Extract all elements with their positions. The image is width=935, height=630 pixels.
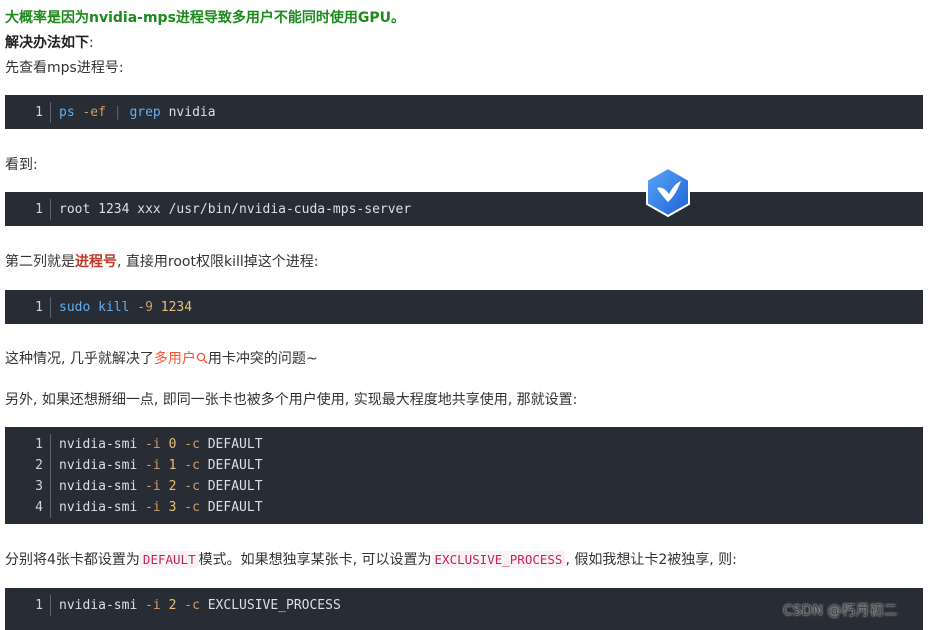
code-line: 1 sudo kill -9 1234	[5, 297, 923, 318]
line-number: 1	[35, 300, 43, 315]
i-flag-token: -i	[145, 458, 161, 473]
process-id-strong: 进程号	[75, 254, 117, 270]
code-line: 1 ps -ef | grep nvidia	[5, 102, 923, 123]
flag-token: -9	[137, 300, 153, 315]
mode-token: DEFAULT	[207, 437, 263, 452]
code-text: nvidia-smi -i 3 -c DEFAULT	[59, 497, 263, 518]
gpu-token: 1	[168, 458, 177, 473]
gutter-separator	[50, 297, 51, 318]
code-block-1: 1 ps -ef | grep nvidia	[5, 95, 923, 129]
inline-code-exclusive: EXCLUSIVE_PROCESS	[431, 551, 566, 568]
gpu-token: 3	[168, 500, 177, 515]
code-text: nvidia-smi -i 1 -c DEFAULT	[59, 455, 263, 476]
para2: 第二列就是进程号, 直接用root权限kill掉这个进程:	[5, 252, 318, 272]
code-block-3: 1 sudo kill -9 1234	[5, 290, 923, 324]
para4: 另外, 如果还想掰细一点, 即同一张卡也被多个用户使用, 实现最大程度地共享使用…	[5, 392, 578, 408]
i-flag-token: -i	[145, 598, 161, 613]
i-flag-token: -i	[145, 500, 161, 515]
gpu-token: 0	[168, 437, 177, 452]
i-flag-token: -i	[145, 437, 161, 452]
para2-after: , 直接用root权限kill掉这个进程:	[117, 254, 319, 270]
para3-before: 这种情况, 几乎就解决了	[5, 351, 154, 367]
sudo-token: sudo	[59, 300, 91, 315]
c-flag-token: -c	[184, 598, 200, 613]
gutter-separator	[50, 595, 51, 616]
para2-before: 第二列就是	[5, 254, 75, 270]
code-text: ps -ef | grep nvidia	[59, 102, 216, 123]
line-number: 1	[35, 437, 43, 452]
code-text: nvidia-smi -i 2 -c DEFAULT	[59, 476, 263, 497]
code-line: 1 root 1234 xxx /usr/bin/nvidia-cuda-mps…	[5, 199, 923, 220]
line-number: 1	[35, 202, 43, 217]
cmd-token: nvidia-smi	[59, 500, 138, 515]
para5: 分别将4张卡都设置为 DEFAULT 模式。如果想独享某张卡, 可以设置为 EXCLU…	[5, 550, 737, 570]
csdn-watermark: CSDN @朽月初二	[783, 603, 898, 619]
flag-token: -ef	[82, 105, 106, 120]
code-block-4: 1 nvidia-smi -i 0 -c DEFAULT 2 nvidia-smi -…	[5, 427, 923, 524]
code-line: 2 nvidia-smi -i 1 -c DEFAULT	[5, 455, 923, 476]
code-block-2: 1 root 1234 xxx /usr/bin/nvidia-cuda-mps…	[5, 192, 923, 226]
gutter-separator	[50, 497, 51, 518]
para3-after: 用卡冲突的问题~	[207, 351, 318, 367]
line-number: 1	[35, 105, 43, 120]
c-flag-token: -c	[184, 437, 200, 452]
code-text: sudo kill -9 1234	[59, 297, 192, 318]
article-heading: 大概率是因为nvidia-mps进程导致多用户不能同时使用GPU。	[5, 10, 406, 26]
c-flag-token: -c	[184, 458, 200, 473]
gutter-separator	[50, 476, 51, 497]
cmd-token: nvidia-smi	[59, 479, 138, 494]
code-line: 1 nvidia-smi -i 0 -c DEFAULT	[5, 434, 923, 455]
pipe-token: |	[113, 105, 122, 120]
mode-token: EXCLUSIVE_PROCESS	[207, 598, 341, 613]
code-text: nvidia-smi -i 2 -c EXCLUSIVE_PROCESS	[59, 595, 341, 616]
line-number: 4	[35, 500, 43, 515]
line-number: 3	[35, 479, 43, 494]
gpu-token: 2	[168, 598, 177, 613]
para5-c: , 假如我想让卡2被独享, 则:	[565, 552, 737, 568]
kill-token: kill	[98, 300, 130, 315]
solution-label: 解决办法如下	[5, 35, 89, 51]
code-line: 4 nvidia-smi -i 3 -c DEFAULT	[5, 497, 923, 518]
bird-logo-icon[interactable]	[644, 166, 692, 218]
grep-token: grep	[129, 105, 161, 120]
c-flag-token: -c	[184, 479, 200, 494]
cmd-token: nvidia-smi	[59, 437, 138, 452]
c-flag-token: -c	[184, 500, 200, 515]
step1-text: 先查看mps进程号:	[5, 60, 124, 76]
gutter-separator	[50, 199, 51, 220]
code-text: root 1234 xxx /usr/bin/nvidia-cuda-mps-s…	[59, 202, 412, 217]
arg-token: nvidia	[168, 105, 216, 120]
i-flag-token: -i	[145, 479, 161, 494]
inline-code-default: DEFAULT	[139, 551, 199, 568]
mode-token: DEFAULT	[207, 479, 263, 494]
gutter-separator	[50, 434, 51, 455]
multi-user-link[interactable]: 多用户	[154, 351, 196, 367]
gutter-separator	[50, 102, 51, 123]
cmd-token: ps	[59, 105, 75, 120]
para5-a: 分别将4张卡都设置为	[5, 552, 140, 568]
solution-colon: :	[89, 35, 94, 51]
para3: 这种情况, 几乎就解决了多用户 用卡冲突的问题~	[5, 349, 318, 369]
gpu-token: 2	[168, 479, 177, 494]
mode-token: DEFAULT	[207, 458, 263, 473]
mode-token: DEFAULT	[207, 500, 263, 515]
line-number: 1	[35, 598, 43, 613]
see-label: 看到:	[5, 157, 38, 173]
gutter-separator	[50, 455, 51, 476]
cmd-token: nvidia-smi	[59, 458, 138, 473]
cmd-token: nvidia-smi	[59, 598, 138, 613]
solution-line: 解决办法如下:	[5, 33, 94, 53]
search-icon[interactable]	[196, 352, 208, 364]
pid-token: 1234	[160, 300, 193, 315]
code-text: nvidia-smi -i 0 -c DEFAULT	[59, 434, 263, 455]
para5-b: 模式。如果想独享某张卡, 可以设置为	[198, 552, 432, 568]
line-number: 2	[35, 458, 43, 473]
code-line: 3 nvidia-smi -i 2 -c DEFAULT	[5, 476, 923, 497]
